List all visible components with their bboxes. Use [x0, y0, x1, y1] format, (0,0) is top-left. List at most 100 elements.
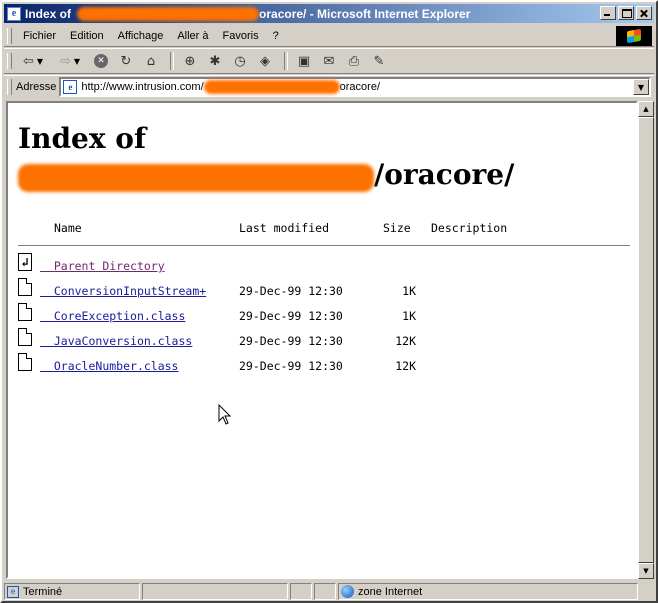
window-title-prefix: Index of — [25, 6, 72, 21]
listing-header: Name Last modified Size Description — [18, 221, 630, 239]
search-icon: ⊕ — [184, 53, 196, 69]
title-bar[interactable]: e Index of oracore/ - Microsoft Internet… — [4, 4, 654, 23]
status-panel-progress — [142, 583, 288, 600]
fullscreen-button[interactable]: ▣ — [293, 51, 315, 71]
forward-dropdown-icon[interactable]: ▼ — [74, 57, 80, 66]
file-size: 1K — [402, 284, 416, 298]
windows-logo-icon — [616, 26, 652, 46]
forward-icon: ⇨ — [59, 53, 71, 69]
ie-page-icon: e — [7, 6, 21, 21]
page-title-line2: /oracore/ — [18, 157, 514, 193]
scroll-thumb[interactable] — [638, 117, 654, 563]
file-icon — [18, 278, 32, 296]
home-button[interactable]: ⌂ — [140, 51, 162, 71]
status-panel-offline — [314, 583, 336, 600]
url-redaction — [203, 80, 340, 94]
scroll-down-button[interactable]: ▼ — [638, 563, 654, 579]
file-icon — [18, 353, 32, 371]
menu-grip[interactable] — [7, 27, 12, 44]
menu-bar: Fichier Edition Affichage Aller à Favori… — [4, 25, 654, 47]
print-icon: ⎙ — [348, 53, 360, 69]
file-modified: 29-Dec-99 12:30 — [239, 309, 343, 323]
file-size: 1K — [402, 309, 416, 323]
favorites-button[interactable]: ✱ — [204, 51, 226, 71]
toolbar-separator — [170, 52, 174, 70]
maximize-button[interactable] — [618, 6, 634, 20]
file-link[interactable]: OracleNumber.class — [40, 359, 179, 373]
header-divider — [18, 245, 630, 246]
back-icon: ⇦ — [22, 53, 34, 69]
standard-toolbar: ⇦ ▼ ⇨ ▼ ✕ ↻ ⌂ ⊕ ✱ ◷ ◈ ▣ ✉ ⎙ ✎ — [4, 48, 654, 74]
refresh-icon: ↻ — [120, 53, 132, 69]
stop-button[interactable]: ✕ — [90, 51, 112, 71]
menu-favoris[interactable]: Favoris — [216, 30, 266, 42]
col-size-header[interactable]: Size — [383, 221, 411, 235]
page-status-icon: e — [7, 585, 19, 598]
menu-edition[interactable]: Edition — [63, 30, 111, 42]
address-bar: Adresse e http://www.intrusion.com/ orac… — [4, 75, 654, 98]
file-link[interactable]: CoreException.class — [40, 309, 186, 323]
list-item: ConversionInputStream+ 29-Dec-99 12:30 1… — [18, 278, 630, 300]
toolbar-grip[interactable] — [7, 53, 12, 69]
close-button[interactable] — [636, 6, 652, 20]
page-title-path: /oracore/ — [374, 158, 515, 191]
menu-fichier[interactable]: Fichier — [16, 30, 63, 42]
stop-icon: ✕ — [94, 54, 108, 68]
window-title-suffix: oracore/ - Microsoft Internet Explorer — [259, 6, 471, 21]
url-suffix: oracore/ — [339, 81, 380, 93]
home-icon: ⌂ — [146, 53, 156, 69]
internet-zone-icon — [341, 585, 354, 598]
file-link[interactable]: ConversionInputStream+ — [40, 284, 206, 298]
list-item: JavaConversion.class 29-Dec-99 12:30 12K — [18, 328, 630, 350]
menu-affichage[interactable]: Affichage — [111, 30, 171, 42]
file-link[interactable]: JavaConversion.class — [40, 334, 192, 348]
page-icon: e — [63, 80, 78, 94]
col-modified-header[interactable]: Last modified — [239, 221, 329, 235]
address-dropdown-button[interactable]: ▼ — [633, 79, 649, 95]
parent-directory-icon: ↲ — [18, 253, 32, 271]
back-dropdown-icon[interactable]: ▼ — [37, 57, 43, 66]
zone-text: zone Internet — [358, 585, 423, 598]
file-modified: 29-Dec-99 12:30 — [239, 284, 343, 298]
window-controls — [598, 6, 652, 20]
col-name-header[interactable]: Name — [54, 221, 82, 235]
file-modified: 29-Dec-99 12:30 — [239, 359, 343, 373]
mail-button[interactable]: ✉ — [318, 51, 340, 71]
address-label: Adresse — [16, 81, 57, 93]
menu-help[interactable]: ? — [266, 30, 286, 42]
page-title-line1: Index of — [18, 122, 147, 155]
menu-aller-a[interactable]: Aller à — [170, 30, 215, 42]
heading-redaction — [18, 162, 374, 192]
address-grip[interactable] — [7, 79, 12, 95]
address-input[interactable]: e http://www.intrusion.com/ oracore/ ▼ — [59, 77, 651, 97]
search-button[interactable]: ⊕ — [179, 51, 201, 71]
minimize-button[interactable] — [600, 6, 616, 20]
file-size: 12K — [395, 359, 416, 373]
list-item: CoreException.class 29-Dec-99 12:30 1K — [18, 303, 630, 325]
toolbar-separator — [284, 52, 288, 70]
back-button[interactable]: ⇦ ▼ — [16, 51, 50, 71]
channels-icon: ◈ — [260, 53, 270, 69]
file-icon — [18, 303, 32, 321]
status-panel-main: e Terminé — [4, 583, 140, 600]
url-prefix: http://www.intrusion.com/ — [81, 81, 204, 93]
col-description-header[interactable]: Description — [431, 221, 507, 235]
list-item: OracleNumber.class 29-Dec-99 12:30 12K — [18, 353, 630, 375]
mouse-cursor-icon — [218, 404, 232, 425]
file-size: 12K — [395, 334, 416, 348]
parent-directory-link[interactable]: Parent Directory — [40, 259, 165, 273]
page-title: Index of /oracore/ — [18, 121, 514, 192]
page-content: Index of /oracore/ Name Last modified Si… — [6, 101, 638, 579]
edit-button[interactable]: ✎ — [368, 51, 390, 71]
refresh-button[interactable]: ↻ — [115, 51, 137, 71]
scroll-up-button[interactable]: ▲ — [638, 101, 654, 117]
forward-button[interactable]: ⇨ ▼ — [53, 51, 87, 71]
vertical-scrollbar[interactable]: ▲ ▼ — [638, 101, 654, 579]
edit-icon: ✎ — [373, 53, 385, 69]
mail-icon: ✉ — [323, 53, 335, 69]
channels-button[interactable]: ◈ — [254, 51, 276, 71]
print-button[interactable]: ⎙ — [343, 51, 365, 71]
history-icon: ◷ — [234, 53, 246, 69]
history-button[interactable]: ◷ — [229, 51, 251, 71]
file-icon — [18, 328, 32, 346]
